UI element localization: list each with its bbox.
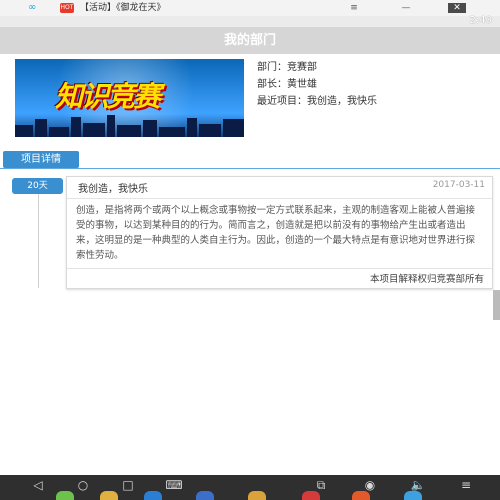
navigation-bar: ◁ ○ □ ⌨ ⧉ ◉ 🔈 ≡ (0, 475, 500, 500)
status-time: 2:40 (469, 15, 492, 26)
banner-skyline (15, 115, 244, 137)
tray-app-icon[interactable] (144, 491, 162, 500)
close-icon[interactable]: ✕ (448, 3, 466, 13)
tray-app-icon[interactable] (352, 491, 370, 500)
tray-app-icon[interactable] (404, 491, 422, 500)
department-info: 部门：竞赛部 部长：黄世雄 最近项目：我创造，我快乐 (257, 59, 377, 110)
department-head: 部长：黄世雄 (257, 79, 317, 90)
host-window-bar: ∞ HOT 【活动】《御龙在天》 ≡ — ✕ (0, 0, 500, 17)
project-description: 创造，是指将两个或两个以上概念或事物按一定方式联系起来，主观的制造客观上能被人普… (76, 205, 476, 261)
recents-icon[interactable]: □ (118, 478, 138, 493)
tray-app-icon[interactable] (248, 491, 266, 500)
tray-app-icon[interactable] (302, 491, 320, 500)
section-tag-project-details: 项目详情 (3, 151, 79, 168)
status-bar: 2:40 (0, 15, 500, 27)
hot-badge: HOT (60, 3, 74, 13)
menu-icon[interactable]: ≡ (346, 3, 362, 13)
back-icon[interactable]: ◁ (28, 478, 48, 493)
tray-app-icon[interactable] (196, 491, 214, 500)
minimize-icon[interactable]: — (398, 3, 414, 13)
host-title-link[interactable]: 【活动】《御龙在天》 (80, 2, 166, 14)
project-card-header: 我创造，我快乐 2017-03-11 (67, 177, 492, 199)
section-divider (0, 168, 500, 169)
home-icon[interactable]: ○ (73, 478, 93, 493)
app-bar: 我的部门 (0, 27, 500, 54)
department-banner-image: 知识竞赛 (15, 59, 244, 137)
project-title: 我创造，我快乐 (78, 184, 148, 195)
scrollbar[interactable] (493, 290, 500, 320)
menu-icon[interactable]: ≡ (456, 478, 476, 493)
project-date: 2017-03-11 (432, 180, 485, 190)
department-name: 部门：竞赛部 (257, 62, 317, 73)
tray-app-icon[interactable] (56, 491, 74, 500)
tray-app-icon[interactable] (100, 491, 118, 500)
department-recent-project: 最近项目：我创造，我快乐 (257, 96, 377, 107)
infinity-logo-icon: ∞ (28, 2, 37, 13)
keyboard-icon[interactable]: ⌨ (164, 478, 184, 493)
project-footer-note: 本项目解释权归竞赛部所有 (369, 274, 484, 285)
page-title: 我的部门 (223, 33, 276, 48)
project-card[interactable]: 我创造，我快乐 2017-03-11 创造，是指将两个或两个以上概念或事物按一定… (66, 176, 493, 289)
duration-badge: 20天 (12, 178, 63, 194)
banner-logo-text: 知识竞赛 (55, 80, 161, 113)
project-card-footer: 本项目解释权归竞赛部所有 (67, 268, 492, 289)
timeline-line (38, 190, 39, 288)
